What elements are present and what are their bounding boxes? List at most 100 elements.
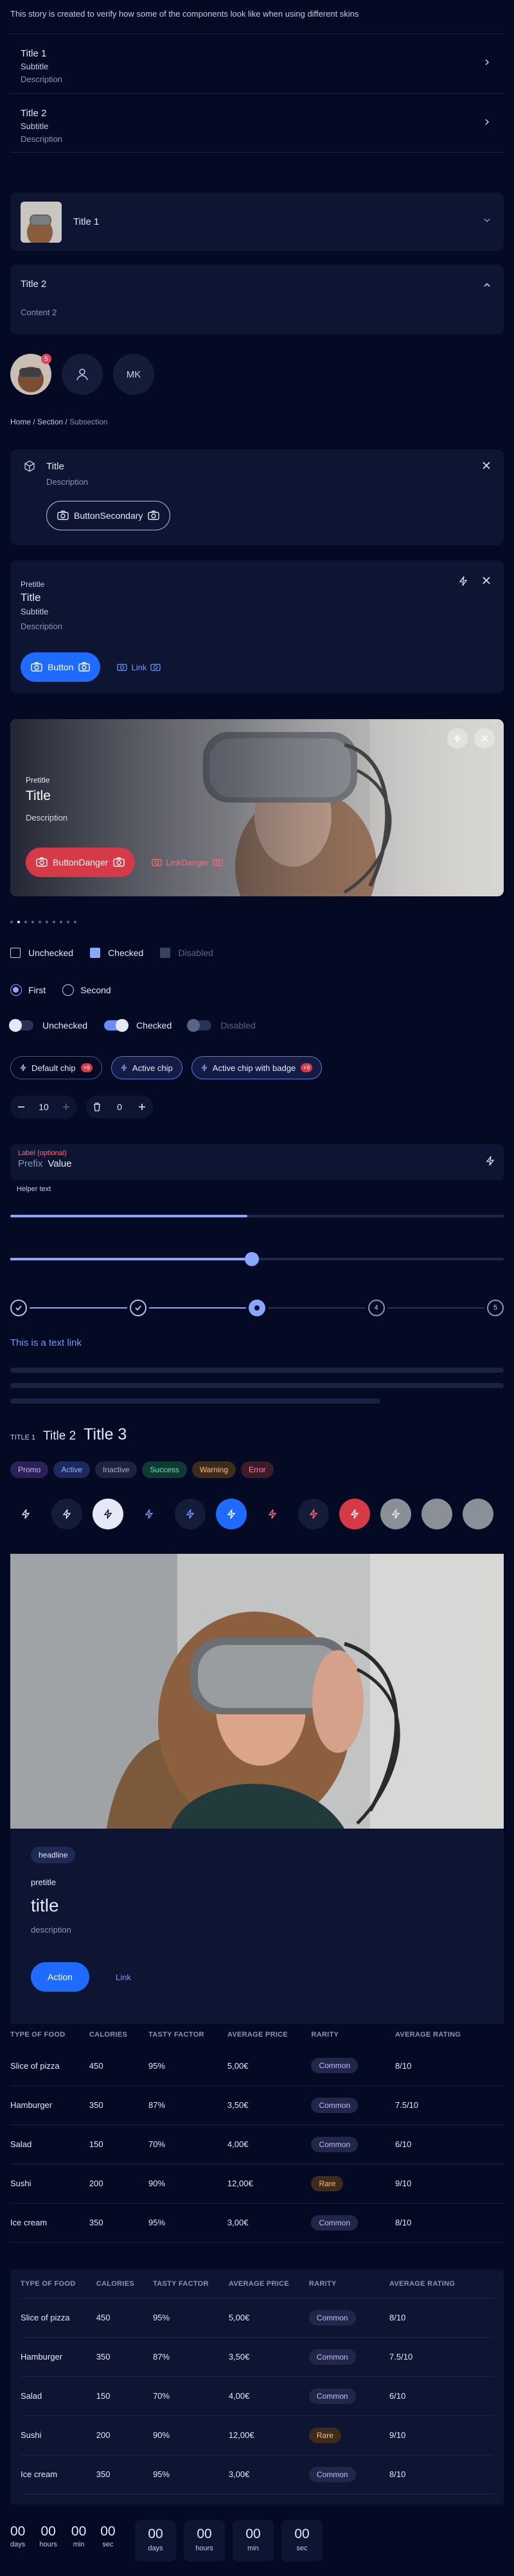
hero-bolt-button[interactable] xyxy=(447,728,468,749)
column-header: TYPE OF FOOD xyxy=(21,2270,96,2299)
text-field[interactable]: Label (optional) Prefix Value xyxy=(10,1144,504,1180)
breadcrumb-section[interactable]: Section xyxy=(37,417,63,426)
radio-first[interactable] xyxy=(10,984,22,996)
switch-checked[interactable] xyxy=(104,1019,129,1032)
table-cell: Rare xyxy=(311,2164,395,2204)
button-secondary[interactable]: ButtonSecondary xyxy=(46,501,171,530)
table-cell: Common xyxy=(308,2298,390,2338)
icon-button[interactable] xyxy=(10,1499,41,1529)
rarity-badge: Common xyxy=(308,2310,356,2326)
icon-button[interactable] xyxy=(175,1499,206,1529)
chevron-right-icon xyxy=(485,119,490,125)
icon-button[interactable] xyxy=(298,1499,329,1529)
table-row: Salad 150 70% 4,00€ Common 6/10 xyxy=(21,2376,493,2416)
accordion-item-1[interactable]: Title 1 xyxy=(10,193,504,251)
table-cell: 9/10 xyxy=(389,2415,493,2455)
list-row-1[interactable]: Title 1 Subtitle Description xyxy=(10,33,504,93)
danger-link[interactable]: LinkDanger xyxy=(152,858,223,867)
checkbox-unchecked[interactable] xyxy=(10,948,21,958)
carousel-dot[interactable] xyxy=(74,921,76,923)
link-label: Link xyxy=(131,662,147,672)
table-cell: 350 xyxy=(89,2203,149,2243)
page: This story is created to verify how some… xyxy=(0,0,514,2576)
camera-icon xyxy=(213,859,223,866)
icon-button[interactable] xyxy=(216,1499,247,1529)
table-cell: 70% xyxy=(148,2125,227,2164)
slider-handle[interactable] xyxy=(245,1252,260,1266)
chip-label: Default chip xyxy=(31,1063,76,1073)
table-cell: 3,50€ xyxy=(228,2337,309,2377)
table-cell: Slice of pizza xyxy=(21,2298,96,2338)
carousel-dot[interactable] xyxy=(39,921,41,923)
switch-unchecked[interactable] xyxy=(9,1019,33,1032)
chip-active-badge[interactable]: Active chip with badge +9 xyxy=(191,1056,323,1079)
carousel-dot[interactable] xyxy=(31,921,34,923)
carousel-dots[interactable] xyxy=(10,921,76,923)
carousel-dot[interactable] xyxy=(46,921,48,923)
danger-button[interactable]: ButtonDanger xyxy=(26,848,136,877)
breadcrumb-home[interactable]: Home xyxy=(10,417,31,426)
table-cell: 95% xyxy=(148,2046,227,2086)
bolt-icon[interactable] xyxy=(459,576,468,586)
stepper-value[interactable]: 0 xyxy=(111,1102,128,1112)
countdown-label: min xyxy=(73,2541,85,2548)
plus-icon[interactable] xyxy=(62,1102,71,1111)
carousel-dot[interactable] xyxy=(17,921,20,923)
table-cell: 150 xyxy=(96,2376,154,2416)
button-label: Button xyxy=(48,662,74,672)
table-cell: 4,00€ xyxy=(228,2376,309,2416)
countdown-label: min xyxy=(247,2545,259,2552)
table-cell: 87% xyxy=(148,2085,227,2125)
list-row-description: Description xyxy=(21,74,63,84)
accordion-item-2[interactable]: Title 2 Content 2 xyxy=(10,265,504,335)
table-cell: 95% xyxy=(148,2203,227,2243)
primary-button[interactable]: Button xyxy=(21,652,101,682)
table-cell: 450 xyxy=(96,2298,154,2338)
avatar-initials: MK xyxy=(113,354,154,395)
minus-icon[interactable] xyxy=(17,1102,26,1111)
radio-second[interactable] xyxy=(62,984,75,996)
bolt-icon xyxy=(62,1509,71,1519)
trash-icon[interactable] xyxy=(93,1102,102,1111)
checkbox-checked[interactable] xyxy=(90,948,101,958)
carousel-dot[interactable] xyxy=(24,921,27,923)
close-icon[interactable] xyxy=(482,576,491,585)
icon-button[interactable] xyxy=(257,1499,288,1529)
rarity-badge: Common xyxy=(311,2097,359,2113)
tag: Promo xyxy=(10,1461,49,1478)
chip-active[interactable]: Active chip xyxy=(111,1056,182,1079)
data-card-link[interactable]: Link xyxy=(116,1972,131,1982)
field-value[interactable]: Value xyxy=(48,1158,71,1169)
slider[interactable] xyxy=(10,1252,504,1266)
field-helper-text: Helper text xyxy=(17,1185,51,1193)
switch-disabled xyxy=(187,1019,212,1032)
icon-button[interactable] xyxy=(380,1499,411,1529)
plus-icon[interactable] xyxy=(137,1102,146,1111)
icon-button[interactable] xyxy=(51,1499,82,1529)
card-link[interactable]: Link xyxy=(117,663,161,672)
text-link[interactable]: This is a text link xyxy=(10,1337,82,1348)
table-row: Slice of pizza 450 95% 5,00€ Common 8/10 xyxy=(21,2298,493,2338)
hero-close-button[interactable] xyxy=(474,728,495,749)
data-card-description: description xyxy=(31,1925,71,1935)
checkbox-disabled xyxy=(160,948,171,958)
icon-button[interactable] xyxy=(93,1499,123,1529)
chip-default[interactable]: Default chip +9 xyxy=(10,1056,102,1079)
carousel-dot[interactable] xyxy=(60,921,62,923)
carousel-dot[interactable] xyxy=(67,921,69,923)
intro-text: This story is created to verify how some… xyxy=(10,9,359,19)
carousel-dot[interactable] xyxy=(10,921,13,923)
carousel-dot[interactable] xyxy=(53,921,55,923)
field-prefix: Prefix xyxy=(18,1158,43,1169)
bolt-icon xyxy=(186,1509,195,1519)
action-button[interactable]: Action xyxy=(31,1962,89,1992)
icon-button[interactable] xyxy=(134,1499,164,1529)
list-row-2[interactable]: Title 2 Subtitle Description xyxy=(10,93,504,153)
close-icon[interactable] xyxy=(482,461,491,470)
step-connector xyxy=(148,1307,246,1309)
bolt-icon xyxy=(350,1509,359,1519)
notification-title: Title xyxy=(46,461,64,472)
table-cell: 12,00€ xyxy=(228,2415,309,2455)
stepper-value[interactable]: 10 xyxy=(35,1102,53,1112)
icon-button[interactable] xyxy=(339,1499,370,1529)
